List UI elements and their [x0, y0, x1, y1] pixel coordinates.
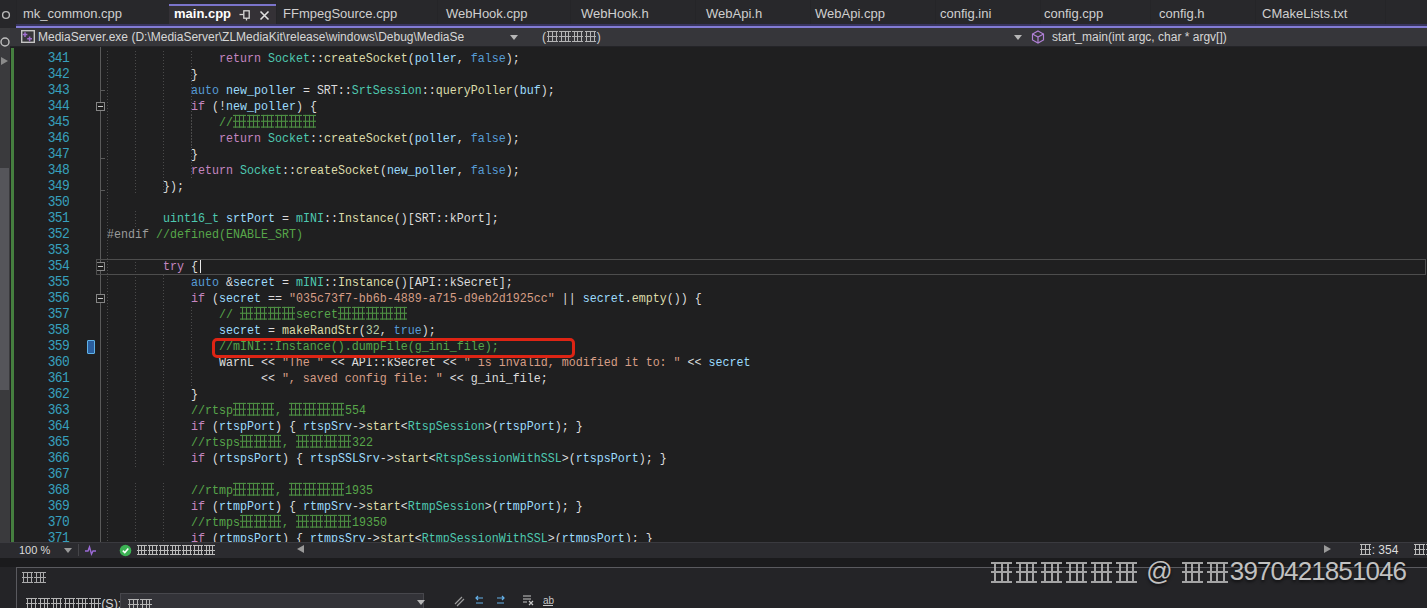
svg-text:ab: ab: [543, 595, 555, 606]
